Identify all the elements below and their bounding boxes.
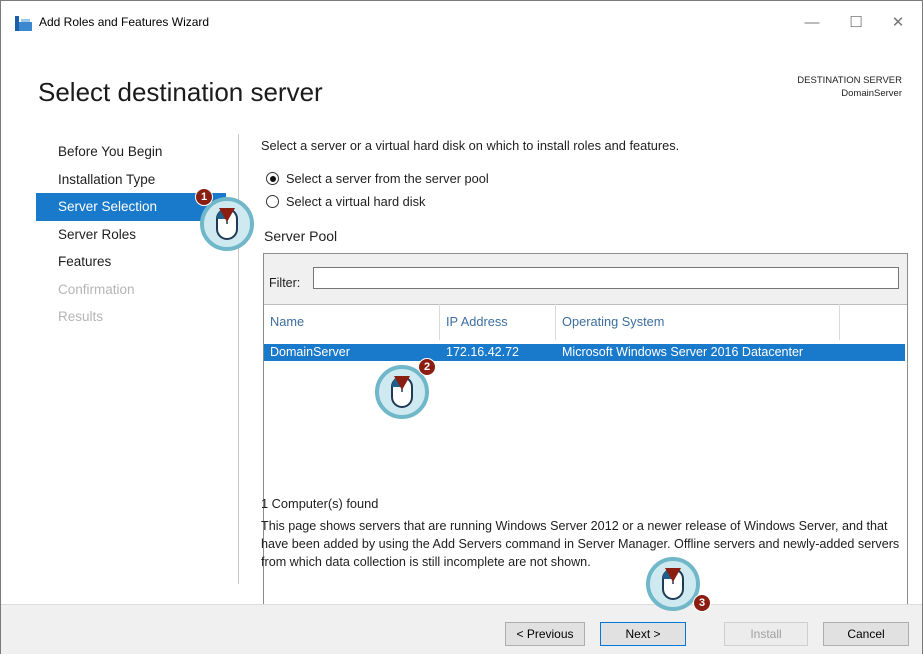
next-button[interactable]: Next > <box>600 622 686 646</box>
filter-input[interactable] <box>313 267 899 289</box>
filter-label: Filter: <box>269 276 301 290</box>
nav-item-results: Results <box>58 309 104 324</box>
row-name: DomainServer <box>270 345 350 359</box>
mouse-click-callout-1: 1 <box>195 188 255 252</box>
nav-item-confirmation: Confirmation <box>58 281 135 297</box>
callout-number: 2 <box>418 358 436 376</box>
radio-button-checked[interactable] <box>266 172 279 185</box>
window-title: Add Roles and Features Wizard <box>39 15 210 29</box>
callout-number: 3 <box>693 594 711 612</box>
wizard-nav: Before You Begin Installation Type Serve… <box>36 138 226 331</box>
radio-server-pool-label: Select a server from the server pool <box>286 171 489 186</box>
wizard-footer: < Previous Next > Install Cancel <box>1 604 922 654</box>
nav-item-features[interactable]: Features <box>36 248 226 276</box>
wizard-window: Add Roles and Features Wizard — ☐ ✕ Sele… <box>0 0 923 654</box>
maximize-button[interactable]: ☐ <box>835 9 877 37</box>
minimize-button[interactable]: — <box>791 9 833 37</box>
filter-bar: Filter: <box>264 254 907 305</box>
intro-text: Select a server or a virtual hard disk o… <box>261 138 680 153</box>
destination-server-value: DomainServer <box>841 88 902 99</box>
computers-found: 1 Computer(s) found <box>261 496 379 511</box>
mouse-click-callout-3: 3 <box>645 556 711 612</box>
callout-number: 1 <box>195 188 213 206</box>
nav-item-installation-type[interactable]: Installation Type <box>36 166 226 194</box>
cancel-button[interactable]: Cancel <box>823 622 909 646</box>
radio-virtual-hard-disk[interactable]: Select a virtual hard disk <box>266 194 425 209</box>
previous-button[interactable]: < Previous <box>505 622 585 646</box>
column-header-os[interactable]: Operating System <box>556 304 840 340</box>
pool-description: This page shows servers that are running… <box>261 519 900 569</box>
install-button: Install <box>724 622 808 646</box>
radio-button[interactable] <box>266 195 279 208</box>
row-os: Microsoft Windows Server 2016 Datacenter <box>562 345 804 359</box>
destination-server-info: DESTINATION SERVER DomainServer <box>797 74 902 100</box>
column-header-name[interactable]: Name <box>264 304 440 340</box>
nav-item-server-roles[interactable]: Server Roles <box>36 221 226 249</box>
column-headers: Name IP Address Operating System <box>264 304 907 340</box>
destination-server-label: DESTINATION SERVER <box>797 75 902 86</box>
page-title: Select destination server <box>38 77 323 107</box>
row-ip: 172.16.42.72 <box>446 345 519 359</box>
radio-vhd-label: Select a virtual hard disk <box>286 194 426 209</box>
mouse-click-callout-2: 2 <box>374 358 436 420</box>
close-button[interactable]: ✕ <box>877 9 919 37</box>
title-bar: Add Roles and Features Wizard — ☐ ✕ <box>1 1 922 43</box>
radio-server-pool[interactable]: Select a server from the server pool <box>266 171 489 186</box>
table-row[interactable]: DomainServer 172.16.42.72 Microsoft Wind… <box>264 344 905 361</box>
nav-item-before-you-begin[interactable]: Before You Begin <box>36 138 226 166</box>
server-pool-heading: Server Pool <box>264 228 338 244</box>
server-manager-icon <box>15 16 32 31</box>
column-header-ip[interactable]: IP Address <box>440 304 556 340</box>
